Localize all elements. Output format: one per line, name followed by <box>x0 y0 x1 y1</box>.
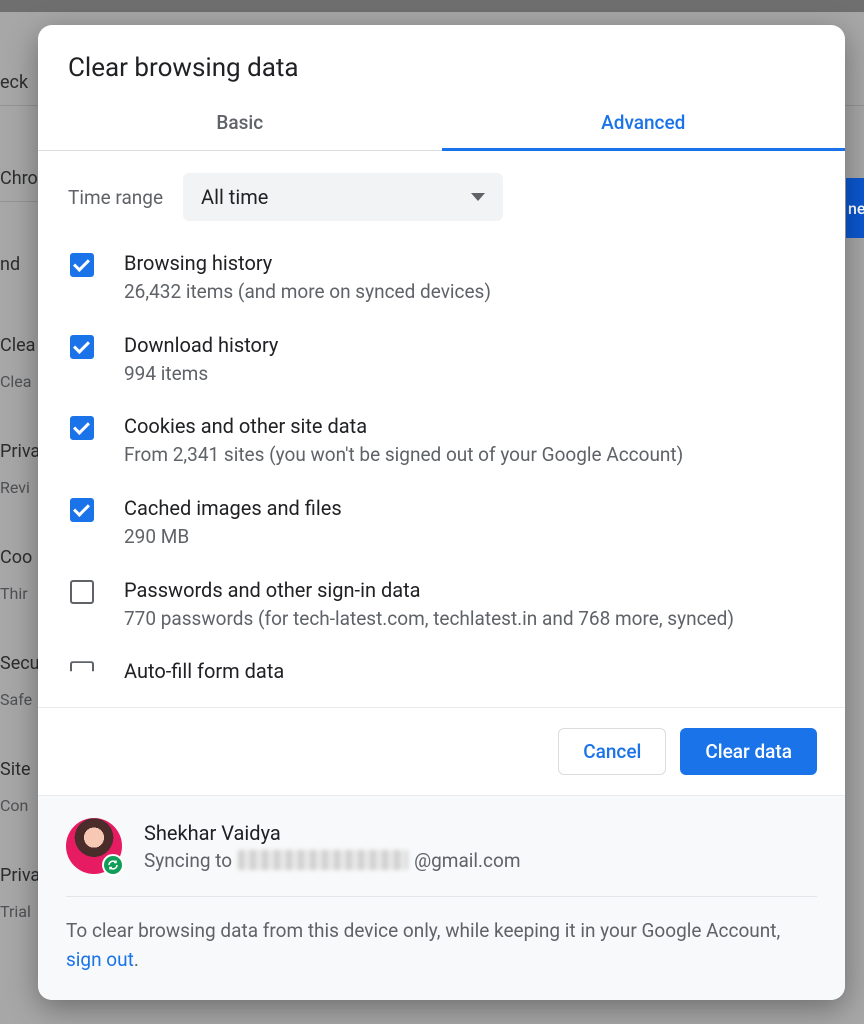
time-range-value: All time <box>201 185 268 209</box>
checkbox-cookies[interactable] <box>70 416 94 440</box>
bg-button-fragment: ne <box>846 178 864 238</box>
item-title: Browsing history <box>124 251 491 275</box>
item-download-history: Download history 994 items <box>70 333 815 387</box>
chevron-down-icon <box>471 193 485 201</box>
item-passwords: Passwords and other sign-in data 770 pas… <box>70 578 815 632</box>
checkbox-browsing-history[interactable] <box>70 253 94 277</box>
clear-data-button[interactable]: Clear data <box>680 728 817 775</box>
sync-icon <box>102 854 124 876</box>
tab-advanced[interactable]: Advanced <box>442 95 846 150</box>
checkbox-download-history[interactable] <box>70 335 94 359</box>
item-subtitle: 290 MB <box>124 524 342 550</box>
item-subtitle: 994 items <box>124 361 278 387</box>
item-subtitle: 26,432 items (and more on synced devices… <box>124 279 491 305</box>
item-cookies: Cookies and other site data From 2,341 s… <box>70 414 815 468</box>
item-subtitle: From 2,341 sites (you won't be signed ou… <box>124 442 683 468</box>
item-title: Download history <box>124 333 278 357</box>
item-autofill: Auto-fill form data <box>70 659 815 687</box>
clear-items-list: Browsing history 26,432 items (and more … <box>68 251 815 669</box>
account-section: Shekhar Vaidya Syncing to @gmail.com To … <box>38 795 845 1000</box>
account-sync-status: Syncing to @gmail.com <box>144 849 521 872</box>
item-title: Cached images and files <box>124 496 342 520</box>
item-title: Auto-fill form data <box>124 659 284 683</box>
checkbox-autofill[interactable] <box>70 661 94 685</box>
dialog-footer: Cancel Clear data <box>38 707 845 795</box>
time-range-label: Time range <box>68 186 163 209</box>
item-cache: Cached images and files 290 MB <box>70 496 815 550</box>
tabs: Basic Advanced <box>38 95 845 151</box>
checkbox-cache[interactable] <box>70 498 94 522</box>
sync-note: To clear browsing data from this device … <box>66 917 817 974</box>
clear-browsing-data-dialog: Clear browsing data Basic Advanced Time … <box>38 25 845 1000</box>
cancel-button[interactable]: Cancel <box>558 728 666 775</box>
time-range-select[interactable]: All time <box>183 173 503 221</box>
item-title: Passwords and other sign-in data <box>124 578 734 602</box>
item-title: Cookies and other site data <box>124 414 683 438</box>
tab-basic[interactable]: Basic <box>38 95 442 150</box>
checkbox-passwords[interactable] <box>70 580 94 604</box>
avatar <box>66 818 122 874</box>
item-subtitle: 770 passwords (for tech-latest.com, tech… <box>124 606 734 632</box>
item-browsing-history: Browsing history 26,432 items (and more … <box>70 251 815 305</box>
redacted-email <box>238 850 408 870</box>
account-name: Shekhar Vaidya <box>144 821 521 845</box>
dialog-title: Clear browsing data <box>68 53 815 83</box>
sign-out-link[interactable]: sign out <box>66 948 134 971</box>
